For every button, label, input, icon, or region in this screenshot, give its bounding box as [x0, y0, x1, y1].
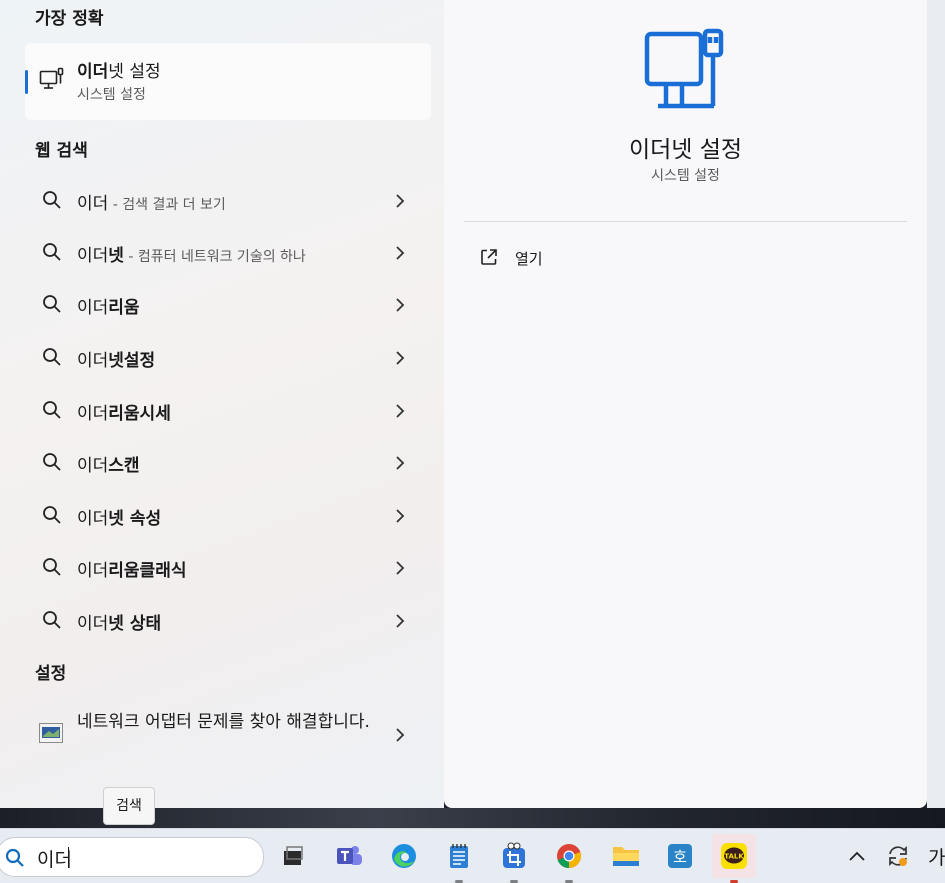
selection-accent — [25, 70, 28, 94]
notepad-icon — [450, 844, 468, 868]
task-view-icon — [284, 846, 303, 865]
best-match-result[interactable]: 이더넷 설정 시스템 설정 — [25, 43, 431, 120]
show-hidden-icons-button[interactable] — [848, 847, 866, 866]
search-icon — [42, 557, 62, 581]
kakaotalk-icon: TALK — [721, 843, 747, 869]
chevron-right-icon[interactable] — [395, 350, 405, 369]
network-troubleshoot-icon — [39, 723, 63, 747]
web-search-result[interactable]: 이더넷 상태 — [25, 597, 431, 643]
hancom-glyph: 호 — [673, 848, 687, 866]
settings-result-label: 네트워크 어댑터 문제를 찾아 해결합니다. — [77, 712, 370, 732]
chevron-right-icon[interactable] — [395, 297, 405, 316]
search-icon — [42, 452, 62, 476]
search-icon — [42, 610, 62, 634]
edge-icon — [392, 844, 416, 868]
edge-button[interactable] — [382, 834, 426, 878]
chevron-right-icon[interactable] — [395, 455, 405, 474]
teams-button[interactable] — [327, 834, 371, 878]
sync-icon — [889, 845, 907, 867]
web-result-label: 이더리움클래식 — [77, 561, 187, 581]
chevron-right-icon[interactable] — [395, 613, 405, 632]
result-detail-pane — [444, 0, 927, 808]
chevron-up-icon — [849, 851, 865, 861]
search-icon — [42, 242, 62, 266]
web-result-label: 이더넷 - 컴퓨터 네트워크 기술의 하나 — [77, 246, 306, 266]
best-match-title: 이더넷 설정 — [77, 62, 161, 82]
web-search-result[interactable]: 이더스캔 — [25, 439, 431, 485]
kakao-glyph: TALK — [724, 853, 744, 861]
web-search-result[interactable]: 이더넷 속성 — [25, 492, 431, 538]
web-search-heading: 웹 검색 — [35, 141, 88, 161]
window-edge — [927, 0, 945, 808]
web-result-label: 이더스캔 — [77, 456, 140, 476]
chrome-button[interactable] — [547, 834, 591, 883]
web-search-result[interactable]: 이더리움클래식 — [25, 544, 431, 590]
web-result-label: 이더리움 — [77, 298, 140, 318]
detail-subtitle: 시스템 설정 — [651, 168, 720, 184]
task-view-button[interactable] — [270, 834, 314, 878]
web-search-result[interactable]: 이더넷설정 — [25, 334, 431, 380]
chevron-right-icon[interactable] — [395, 508, 405, 527]
chevron-right-icon[interactable] — [395, 193, 405, 212]
search-icon — [42, 347, 62, 371]
web-search-result[interactable]: 이더넷 - 컴퓨터 네트워크 기술의 하나 — [25, 229, 431, 275]
settings-result[interactable]: 네트워크 어댑터 문제를 찾아 해결합니다. — [25, 706, 431, 762]
text-caret — [68, 847, 69, 868]
web-search-result[interactable]: 이더리움 — [25, 281, 431, 327]
search-tooltip: 검색 — [103, 787, 155, 825]
file-explorer-button[interactable] — [603, 834, 647, 878]
hancom-button[interactable]: 호 — [658, 834, 702, 878]
taskbar: 이더 호 TALK 가 — [0, 828, 945, 883]
hancom-icon: 호 — [668, 844, 692, 868]
chevron-right-icon[interactable] — [395, 560, 405, 579]
web-search-result[interactable]: 이더 - 검색 결과 더 보기 — [25, 177, 431, 223]
search-icon — [42, 505, 62, 529]
ime-indicator[interactable]: 가 — [928, 843, 945, 870]
snipping-tool-button[interactable] — [492, 834, 536, 883]
chrome-icon — [557, 844, 582, 869]
ethernet-large-icon — [644, 28, 726, 116]
search-icon — [42, 190, 62, 214]
web-result-label: 이더리움시세 — [77, 404, 171, 424]
open-button[interactable]: 열기 — [470, 238, 670, 276]
best-match-heading: 가장 정확 — [35, 9, 104, 29]
best-match-subtitle: 시스템 설정 — [77, 87, 146, 103]
kakaotalk-button[interactable]: TALK — [712, 834, 756, 883]
web-search-result[interactable]: 이더리움시세 — [25, 387, 431, 433]
open-external-icon — [480, 248, 498, 270]
open-button-label: 열기 — [515, 250, 543, 268]
file-explorer-icon — [613, 847, 639, 866]
web-result-label: 이더 - 검색 결과 더 보기 — [77, 194, 226, 214]
web-result-label: 이더넷설정 — [77, 351, 156, 371]
notepad-button[interactable] — [437, 834, 481, 883]
teams-icon — [337, 846, 362, 865]
search-icon — [42, 400, 62, 424]
web-result-label: 이더넷 상태 — [77, 614, 162, 634]
web-result-label: 이더넷 속성 — [77, 509, 162, 529]
ethernet-monitor-icon — [39, 67, 65, 97]
chevron-right-icon[interactable] — [395, 245, 405, 264]
search-input-value: 이더 — [37, 849, 72, 871]
chevron-right-icon[interactable] — [395, 403, 405, 422]
chevron-right-icon[interactable] — [395, 727, 405, 746]
taskbar-search-input[interactable]: 이더 — [0, 837, 264, 877]
search-icon — [5, 848, 25, 872]
detail-divider — [464, 221, 907, 222]
search-icon — [42, 294, 62, 318]
snipping-tool-icon — [503, 842, 525, 868]
settings-heading: 설정 — [35, 664, 67, 684]
detail-title: 이더넷 설정 — [628, 137, 743, 163]
sync-status-button[interactable] — [886, 844, 910, 872]
